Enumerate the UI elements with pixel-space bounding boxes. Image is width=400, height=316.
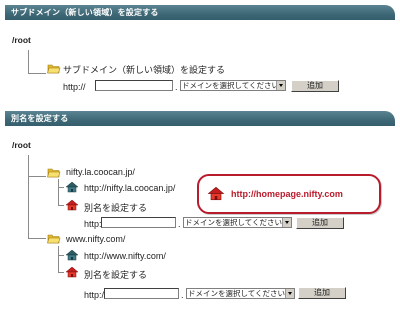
domain-select-value: ドメインを選択してください — [188, 289, 286, 298]
domain-url-link[interactable]: http://www.nifty.com/ — [84, 251, 166, 261]
domain-select-value: ドメインを選択してください — [185, 218, 283, 227]
tree-line — [58, 187, 64, 188]
add-button[interactable]: 追加 — [298, 287, 346, 299]
tree-line — [28, 238, 46, 239]
section-title: 別名を設定する — [11, 114, 69, 123]
tree-line — [28, 155, 29, 238]
folder-icon — [47, 167, 61, 178]
domain-folder-link[interactable]: nifty.la.coocan.jp/ — [66, 167, 135, 177]
callout-url: http://homepage.nifty.com — [231, 189, 343, 199]
tree-line — [28, 73, 46, 74]
alias-input[interactable] — [101, 217, 176, 228]
subdomain-input[interactable] — [95, 80, 173, 91]
dot-separator: . — [181, 290, 184, 300]
section-header-alias: 別名を設定する — [5, 111, 395, 126]
chevron-down-icon — [285, 289, 294, 298]
domain-select-value: ドメインを選択してください — [182, 81, 280, 90]
domain-select[interactable]: ドメインを選択してください — [183, 217, 292, 228]
tree-line — [58, 205, 64, 206]
alias-label: 別名を設定する — [84, 270, 148, 280]
dot-separator: . — [178, 219, 181, 229]
section-header-subdomain: サブドメイン（新しい領域）を設定する — [5, 5, 395, 20]
add-button[interactable]: 追加 — [291, 80, 339, 92]
folder-label: サブドメイン（新しい領域）を設定する — [63, 65, 226, 75]
folder-icon — [47, 233, 61, 244]
domain-select[interactable]: ドメインを選択してください — [186, 288, 295, 299]
house-red-icon — [65, 199, 79, 211]
tree-line — [28, 50, 29, 73]
root-label: /root — [12, 35, 31, 45]
http-prefix: http:// — [63, 82, 86, 92]
add-button[interactable]: 追加 — [296, 217, 344, 229]
tree-line — [28, 176, 46, 177]
tree-line — [58, 272, 64, 273]
dot-separator: . — [175, 82, 178, 92]
domain-url-link[interactable]: http://nifty.la.coocan.jp/ — [84, 183, 175, 193]
tree-line — [58, 179, 59, 205]
chevron-down-icon — [276, 81, 285, 90]
house-red-icon — [65, 266, 79, 278]
chevron-down-icon — [282, 218, 291, 227]
homepage-url-callout: http://homepage.nifty.com — [197, 174, 381, 214]
section-title: サブドメイン（新しい領域）を設定する — [11, 8, 159, 17]
domain-folder-link[interactable]: www.nifty.com/ — [66, 234, 125, 244]
folder-icon — [47, 63, 61, 74]
tree-line — [58, 246, 59, 272]
house-teal-icon — [65, 249, 79, 261]
alias-label: 別名を設定する — [84, 203, 148, 213]
house-teal-icon — [65, 181, 79, 193]
house-red-icon — [207, 186, 225, 201]
tree-line — [58, 255, 64, 256]
alias-input[interactable] — [104, 288, 179, 299]
root-label: /root — [12, 140, 31, 150]
domain-select[interactable]: ドメインを選択してください — [180, 80, 286, 91]
